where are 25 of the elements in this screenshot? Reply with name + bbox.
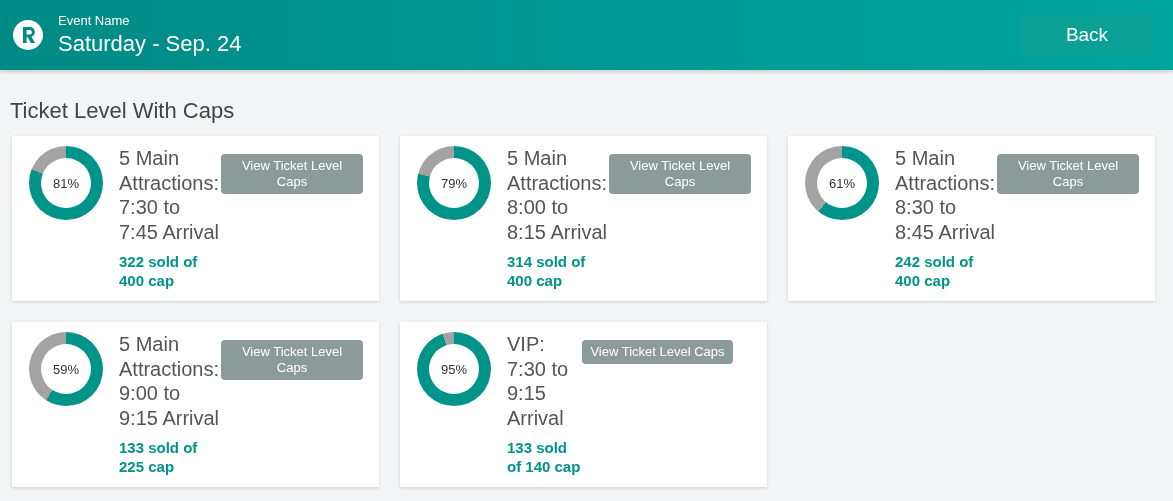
view-caps-button[interactable]: View Ticket Level Caps <box>582 340 733 364</box>
percent-label: 59% <box>53 361 79 377</box>
sold-count: 133 sold of 140 cap <box>507 438 581 476</box>
sold-count: 322 sold of 400 cap <box>119 252 198 290</box>
percent-label: 81% <box>53 175 79 191</box>
logo-icon <box>12 19 44 51</box>
ticket-level-title: VIP: 7:30 to 9:15 Arrival <box>507 332 569 430</box>
event-name-label: Event Name <box>58 13 131 28</box>
section-title: Ticket Level With Caps <box>10 98 236 124</box>
percent-label: 61% <box>829 175 855 191</box>
percent-label: 79% <box>441 175 467 191</box>
ticket-level-title: 5 Main Attractions: 8:30 to 8:45 Arrival <box>895 146 996 244</box>
view-caps-button[interactable]: View Ticket Level Caps <box>997 154 1139 194</box>
sold-count: 242 sold of 400 cap <box>895 252 974 290</box>
view-caps-button[interactable]: View Ticket Level Caps <box>609 154 751 194</box>
ticket-level-title: 5 Main Attractions: 8:00 to 8:15 Arrival <box>507 146 608 244</box>
ticket-level-title: 5 Main Attractions: 7:30 to 7:45 Arrival <box>119 146 220 244</box>
percent-label: 95% <box>441 361 467 377</box>
sold-count: 314 sold of 400 cap <box>507 252 586 290</box>
ticket-level-title: 5 Main Attractions: 9:00 to 9:15 Arrival <box>119 332 220 430</box>
event-title: Saturday - Sep. 24 <box>58 31 242 57</box>
view-caps-button[interactable]: View Ticket Level Caps <box>221 340 363 380</box>
view-caps-button[interactable]: View Ticket Level Caps <box>221 154 363 194</box>
sold-count: 133 sold of 225 cap <box>119 438 198 476</box>
back-button[interactable]: Back <box>1021 13 1153 57</box>
